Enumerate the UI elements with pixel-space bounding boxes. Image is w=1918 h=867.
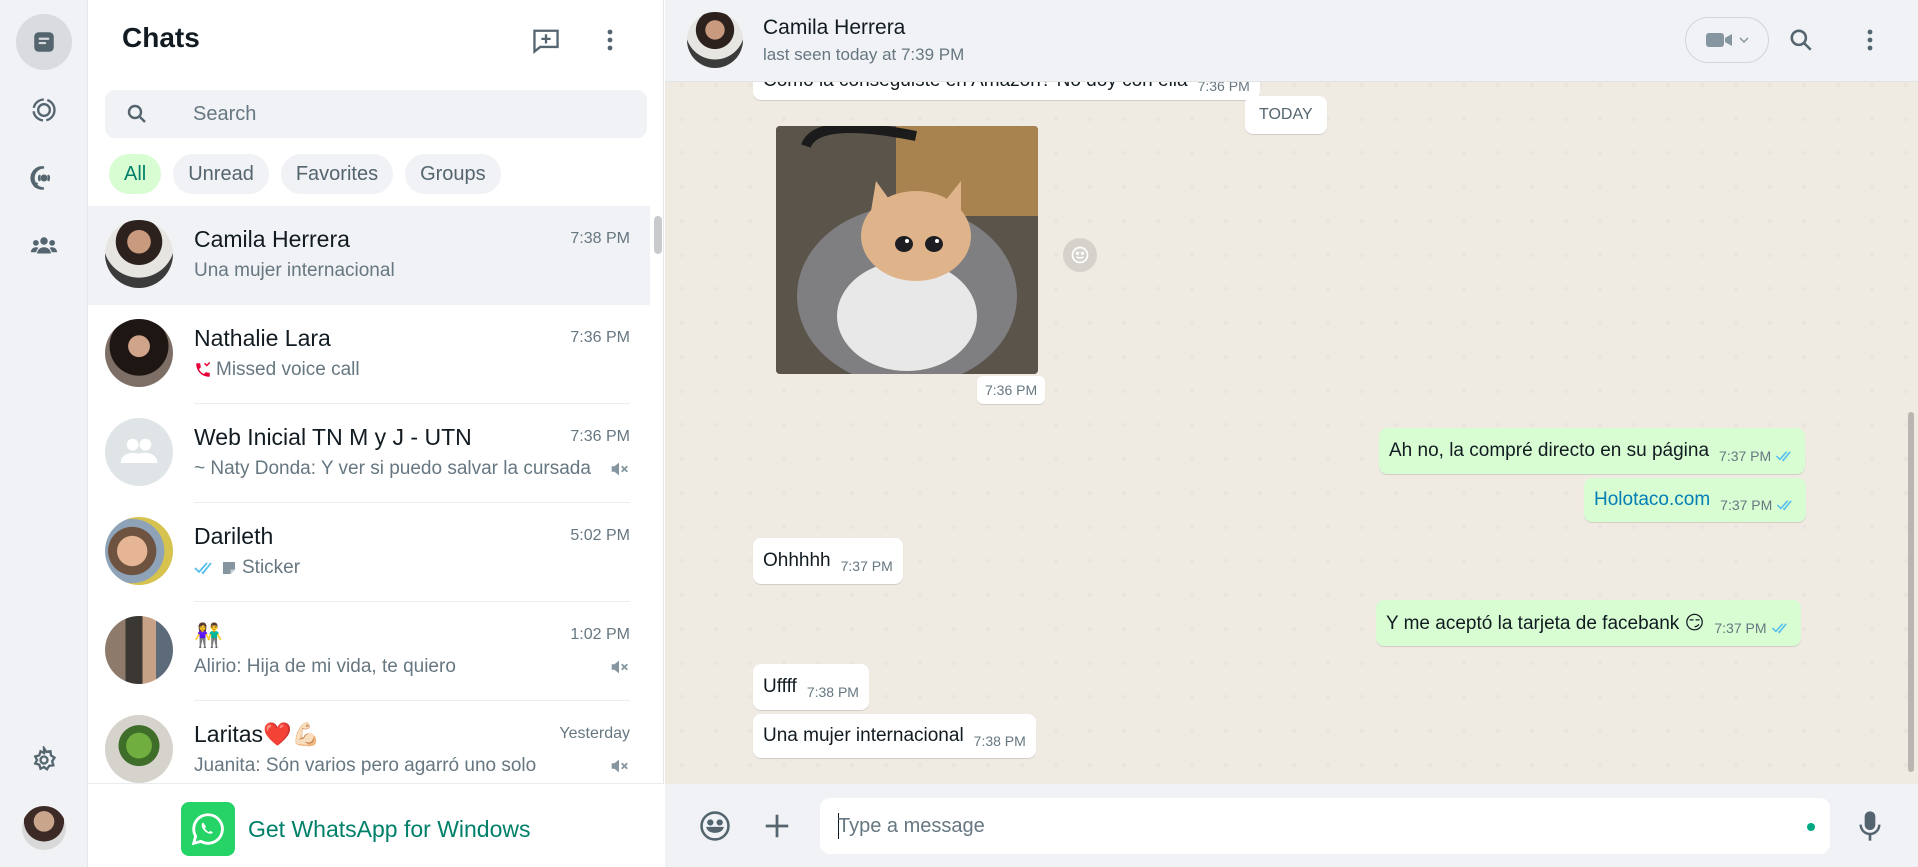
- microphone-icon[interactable]: [1850, 806, 1890, 846]
- chats-title: Chats: [122, 22, 200, 53]
- chat-preview: Una mujer internacional: [194, 260, 395, 281]
- search-icon: [125, 102, 149, 131]
- navigation-rail: [0, 0, 88, 867]
- chat-preview: Sticker: [194, 557, 300, 579]
- filter-groups[interactable]: Groups: [405, 154, 501, 194]
- get-windows-app-link[interactable]: Get WhatsApp for Windows: [248, 816, 531, 843]
- message-outgoing[interactable]: Y me aceptó la tarjeta de facebank 😏 7:37…: [1376, 600, 1801, 646]
- filter-all[interactable]: All: [109, 154, 162, 194]
- contact-avatar: [105, 319, 173, 387]
- chat-list: Camila Herrera 7:38 PM Una mujer interna…: [88, 206, 650, 783]
- muted-icon: [608, 458, 630, 485]
- chat-time: 7:38 PM: [570, 230, 630, 247]
- message-input[interactable]: [838, 798, 1778, 854]
- video-call-button[interactable]: [1685, 17, 1769, 63]
- chat-row-darileth[interactable]: Darileth 5:02 PM Sticker: [88, 503, 650, 602]
- chat-preview: Missed voice call: [194, 359, 360, 381]
- message-composer: [665, 784, 1918, 867]
- chat-row-camila[interactable]: Camila Herrera 7:38 PM Una mujer interna…: [88, 206, 650, 305]
- message-incoming[interactable]: Cómo la conseguiste en Amazon? No doy co…: [753, 82, 1260, 100]
- sticker-icon: [220, 559, 238, 577]
- group-avatar: [105, 715, 173, 783]
- message-incoming[interactable]: Uffff 7:38 PM: [753, 664, 869, 710]
- filter-unread[interactable]: Unread: [173, 154, 269, 194]
- reaction-smiley-icon[interactable]: [1063, 238, 1097, 272]
- chat-preview: Alirio: Hija de mi vida, te quiero: [194, 656, 456, 677]
- emoji-icon[interactable]: [695, 806, 735, 846]
- chats-nav-icon[interactable]: [16, 14, 72, 70]
- conversation-menu-kebab-icon[interactable]: [1852, 22, 1888, 58]
- message-list[interactable]: Cómo la conseguiste en Amazon? No doy co…: [665, 82, 1918, 784]
- message-outgoing[interactable]: Ah no, la compré directo en su página 7:3…: [1379, 428, 1806, 474]
- chat-preview: Juanita: Són varios pero agarró uno solo: [194, 755, 537, 776]
- image-timestamp: 7:36 PM: [977, 376, 1046, 404]
- group-avatar: [105, 616, 173, 684]
- chat-name: Darileth: [194, 523, 274, 549]
- conversation-header[interactable]: Camila Herrera last seen today at 7:39 P…: [665, 0, 1918, 82]
- search-input[interactable]: [193, 90, 623, 138]
- channels-nav-icon[interactable]: [16, 150, 72, 206]
- muted-icon: [608, 656, 630, 683]
- conversation-scrollbar[interactable]: [1908, 412, 1914, 772]
- contact-avatar: [105, 517, 173, 585]
- chat-name: Nathalie Lara: [194, 325, 331, 351]
- video-camera-icon: [1705, 30, 1733, 50]
- chat-row-family[interactable]: 👫 1:02 PM Alirio: Hija de mi vida, te qu…: [88, 602, 650, 701]
- status-nav-icon[interactable]: [16, 82, 72, 138]
- contact-avatar[interactable]: [687, 12, 743, 68]
- message-outgoing[interactable]: Holotaco.com 7:37 PM: [1584, 478, 1807, 522]
- chat-name: Laritas❤️💪🏻: [194, 721, 321, 747]
- filter-favorites[interactable]: Favorites: [280, 154, 394, 194]
- missed-call-icon: [194, 361, 212, 379]
- profile-avatar[interactable]: [22, 806, 66, 850]
- double-check-icon: [194, 561, 216, 575]
- group-avatar: [105, 418, 173, 486]
- menu-kebab-icon[interactable]: [592, 22, 628, 58]
- input-status-dot: [1807, 823, 1815, 831]
- day-divider: TODAY: [1245, 96, 1327, 134]
- filter-chips: All Unread Favorites Groups: [109, 154, 501, 194]
- attach-plus-icon[interactable]: [757, 806, 797, 846]
- double-check-icon: [1771, 622, 1791, 634]
- message-incoming[interactable]: Una mujer internacional 7:38 PM: [753, 714, 1036, 758]
- contact-status: last seen today at 7:39 PM: [763, 45, 965, 64]
- chat-time: 1:02 PM: [570, 626, 630, 643]
- message-input-box[interactable]: [820, 798, 1830, 854]
- whatsapp-logo-icon: [181, 802, 235, 856]
- message-incoming[interactable]: Ohhhhh 7:37 PM: [753, 538, 903, 584]
- search-messages-icon[interactable]: [1783, 22, 1819, 58]
- message-link[interactable]: Holotaco.com: [1594, 489, 1710, 511]
- chat-row-web-inicial[interactable]: Web Inicial TN M y J - UTN 7:36 PM ~ Nat…: [88, 404, 650, 503]
- chat-list-scrollbar[interactable]: [654, 216, 662, 254]
- double-check-icon: [1775, 450, 1795, 462]
- chat-row-laritas[interactable]: Laritas❤️💪🏻 Yesterday Juanita: Són vario…: [88, 701, 650, 783]
- chat-name: Web Inicial TN M y J - UTN: [194, 424, 472, 450]
- muted-icon: [608, 755, 630, 782]
- chat-row-nathalie[interactable]: Nathalie Lara 7:36 PM Missed voice call: [88, 305, 650, 404]
- chat-list-panel: Chats All Unread Favorites Groups Camila…: [88, 0, 664, 867]
- chat-time: 5:02 PM: [570, 527, 630, 544]
- settings-gear-icon[interactable]: [16, 732, 72, 788]
- chat-time: Yesterday: [559, 725, 630, 742]
- chat-time: 7:36 PM: [570, 428, 630, 445]
- search-box[interactable]: [105, 90, 647, 138]
- chevron-down-icon: [1739, 36, 1749, 44]
- chat-preview: ~ Naty Donda: Y ver si puedo salvar la c…: [194, 458, 591, 479]
- double-check-icon: [1776, 499, 1796, 511]
- new-chat-icon[interactable]: [528, 22, 564, 58]
- image-message[interactable]: [776, 126, 1038, 374]
- communities-nav-icon[interactable]: [16, 218, 72, 274]
- chat-name: 👫: [194, 622, 223, 648]
- chat-name: Camila Herrera: [194, 226, 350, 252]
- contact-avatar: [105, 220, 173, 288]
- chat-time: 7:36 PM: [570, 329, 630, 346]
- conversation-panel: Cómo la conseguiste en Amazon? No doy co…: [665, 0, 1918, 867]
- get-windows-app-banner[interactable]: Get WhatsApp for Windows: [88, 783, 664, 867]
- contact-name[interactable]: Camila Herrera: [763, 16, 905, 40]
